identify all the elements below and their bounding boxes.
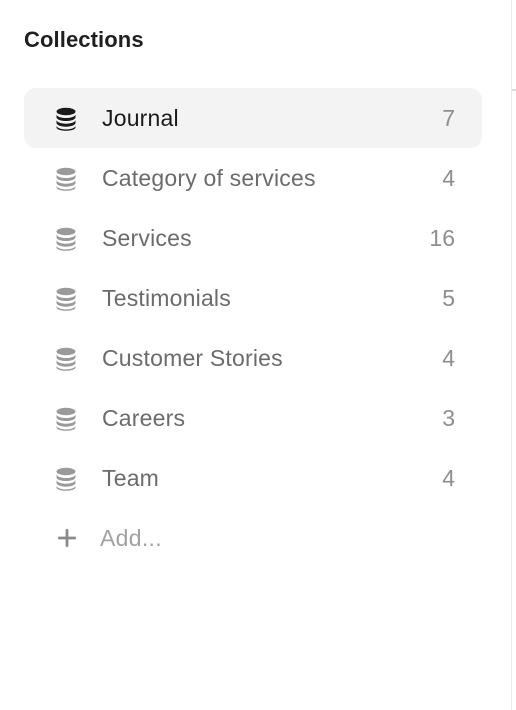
collection-item-services[interactable]: Services 16 [24, 208, 482, 268]
database-icon [56, 347, 76, 371]
database-icon [56, 227, 76, 251]
collection-count: 4 [442, 464, 455, 491]
collection-item-team[interactable]: Team 4 [24, 448, 482, 508]
collection-label: Category of services [102, 164, 316, 191]
collection-label: Services [102, 224, 192, 251]
collection-item-customer-stories[interactable]: Customer Stories 4 [24, 328, 482, 388]
database-icon [56, 287, 76, 311]
plus-icon [58, 529, 76, 547]
collection-label: Careers [102, 404, 186, 431]
collection-label: Team [102, 464, 160, 491]
database-icon [56, 167, 76, 191]
collection-count: 4 [442, 164, 455, 191]
collections-list: Journal 7 Category of services 4 Service… [24, 88, 482, 568]
collection-count: 5 [442, 284, 455, 311]
database-icon [56, 407, 76, 431]
add-collection-button[interactable]: Add... [24, 508, 482, 568]
divider [512, 89, 516, 91]
collection-count: 7 [442, 104, 455, 131]
database-icon [56, 107, 76, 131]
collection-item-journal[interactable]: Journal 7 [24, 88, 482, 148]
database-icon [56, 467, 76, 491]
add-collection-label: Add... [100, 524, 162, 551]
collection-item-testimonials[interactable]: Testimonials 5 [24, 268, 482, 328]
panel-title: Collections [24, 27, 144, 52]
collection-count: 3 [442, 404, 455, 431]
collection-count: 4 [442, 344, 455, 371]
collections-panel: Collections Journal 7 Category of servic… [0, 0, 512, 710]
collection-count: 16 [429, 224, 455, 251]
collection-label: Testimonials [102, 284, 231, 311]
collection-label: Journal [102, 104, 179, 131]
collection-item-category-of-services[interactable]: Category of services 4 [24, 148, 482, 208]
collection-label: Customer Stories [102, 344, 283, 371]
collection-item-careers[interactable]: Careers 3 [24, 388, 482, 448]
